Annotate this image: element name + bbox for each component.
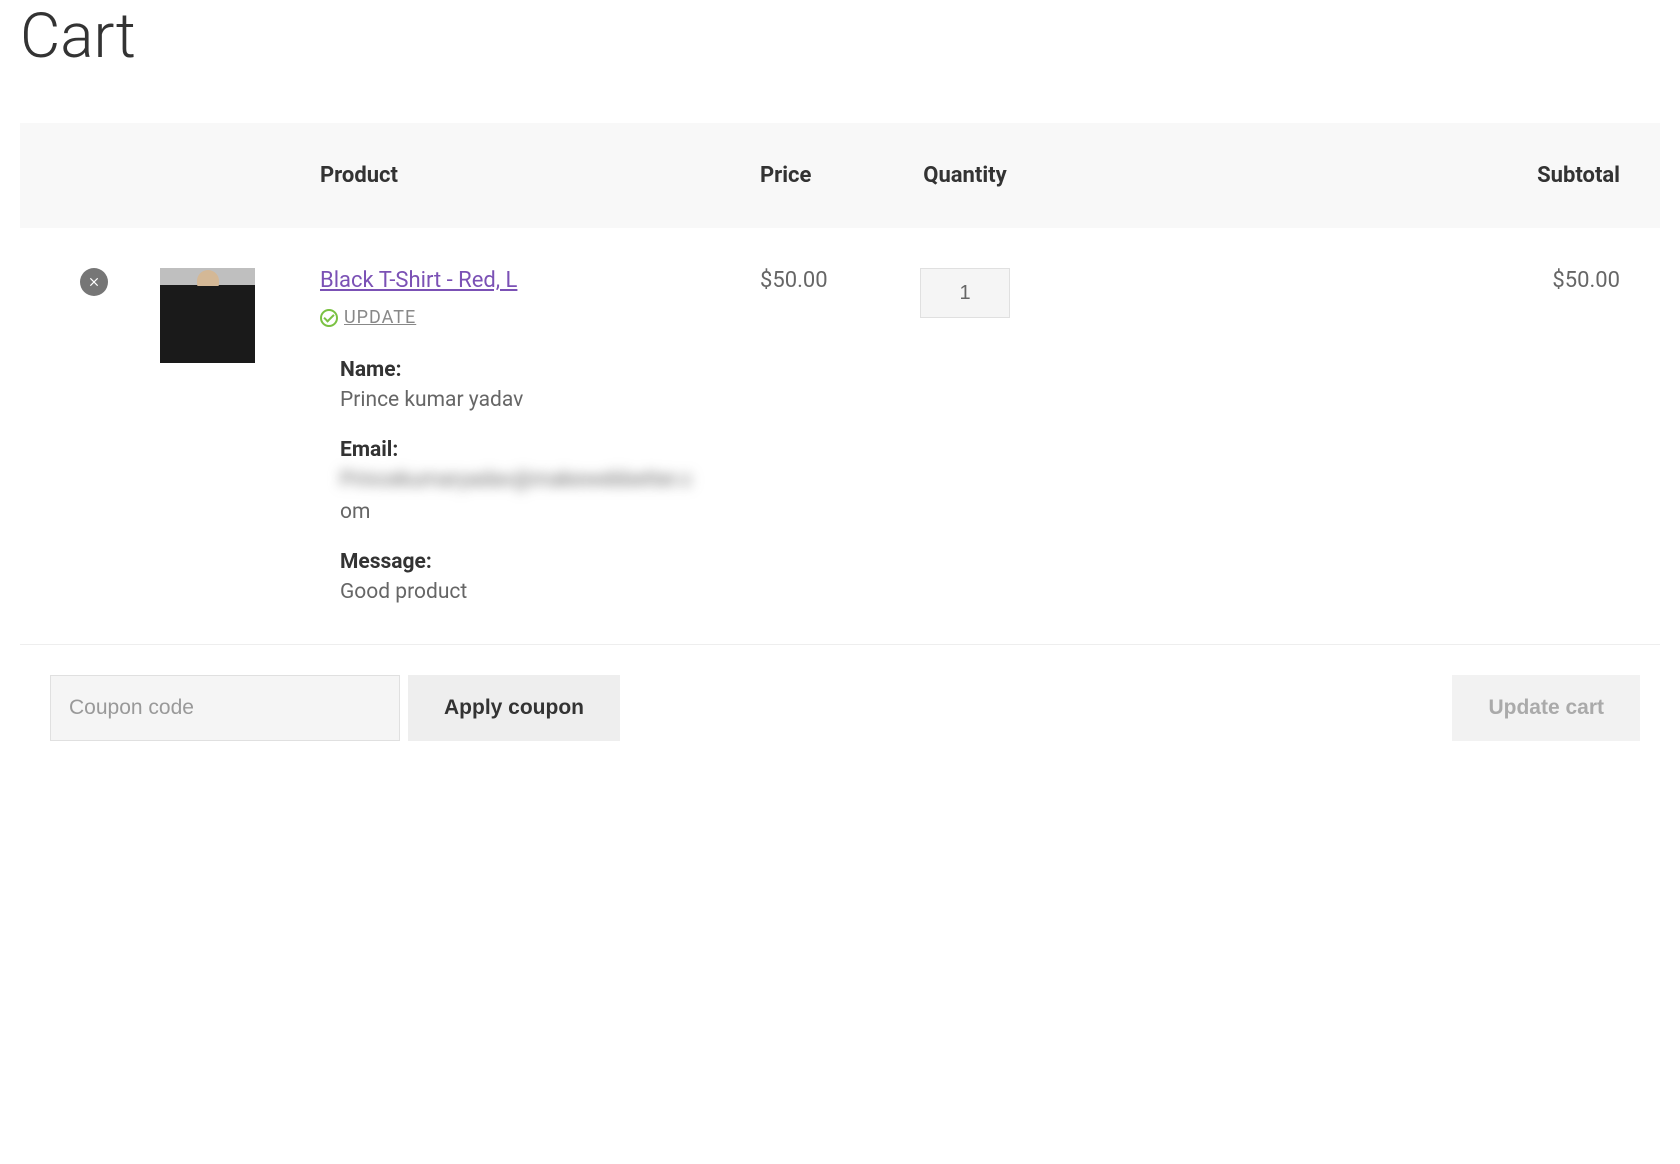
col-header-product: Product (300, 123, 740, 228)
item-subtotal: $50.00 (1040, 228, 1660, 644)
col-header-thumb (140, 123, 300, 228)
check-circle-icon (320, 309, 338, 327)
col-header-price: Price (740, 123, 890, 228)
quantity-input[interactable] (920, 268, 1010, 318)
item-meta: Name: Prince kumar yadav Email: Princeku… (320, 358, 720, 604)
product-thumbnail[interactable] (160, 268, 255, 363)
meta-email-value-line2: om (340, 500, 720, 524)
update-cart-button[interactable]: Update cart (1452, 675, 1640, 741)
product-name-link[interactable]: Black T-Shirt - Red, L (320, 268, 517, 293)
page-title: Cart (20, 0, 1660, 73)
close-icon (87, 275, 101, 289)
item-update-link[interactable]: UPDATE (344, 307, 416, 328)
meta-message-value: Good product (340, 580, 720, 604)
col-header-subtotal: Subtotal (1040, 123, 1660, 228)
item-price: $50.00 (740, 228, 890, 644)
cart-actions-row: Apply coupon Update cart (20, 644, 1660, 771)
cart-item-row: Black T-Shirt - Red, L UPDATE Name: Prin… (20, 228, 1660, 644)
meta-message-label: Message: (340, 550, 720, 574)
col-header-quantity: Quantity (890, 123, 1040, 228)
meta-name-label: Name: (340, 358, 720, 382)
coupon-code-input[interactable] (50, 675, 400, 741)
meta-email-value-line1: Princekumaryadav@makewebbetter.c (340, 468, 720, 492)
col-header-remove (20, 123, 140, 228)
meta-name-value: Prince kumar yadav (340, 388, 720, 412)
meta-email-label: Email: (340, 438, 720, 462)
cart-table: Product Price Quantity Subtotal Black T-… (20, 123, 1660, 771)
apply-coupon-button[interactable]: Apply coupon (408, 675, 620, 741)
remove-item-button[interactable] (80, 268, 108, 296)
